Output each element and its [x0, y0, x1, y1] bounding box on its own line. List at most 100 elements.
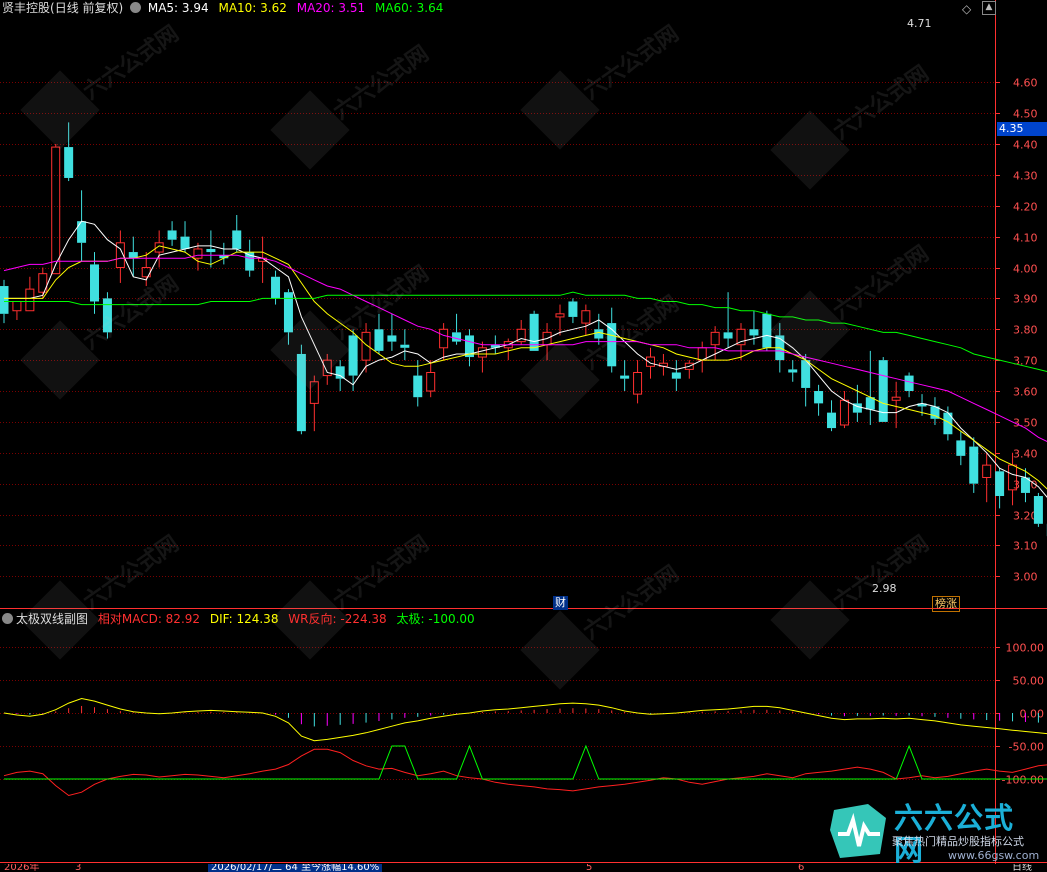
main-tick-label: 3.10: [1013, 540, 1038, 553]
main-tick-label: 4.60: [1013, 77, 1038, 90]
candle-body-up: [12, 300, 22, 312]
candle-body-down: [64, 147, 74, 178]
candle-body-down: [749, 329, 759, 336]
watermark-tile: 六六公式网: [770, 241, 934, 370]
watermark-text: 六六公式网: [829, 241, 933, 325]
candle-body-down: [232, 230, 242, 249]
taiji-label: 太极: -100.00: [396, 612, 475, 626]
main-tick-label: 4.50: [1013, 108, 1038, 121]
taiji-line: [4, 744, 1047, 780]
main-tick-label: 4.10: [1013, 232, 1038, 245]
candle-body-down: [529, 313, 539, 351]
candle-body-down: [788, 369, 798, 373]
watermark-tile: 六六公式网: [770, 61, 934, 190]
watermark-text: 六六公式网: [829, 531, 933, 615]
footer-year: 2026年: [4, 864, 40, 872]
main-tick-label: 3.70: [1013, 355, 1038, 368]
dif-label: DIF: 124.38: [209, 612, 279, 626]
main-tick-label: 4.20: [1013, 201, 1038, 214]
candle-body-up: [439, 328, 449, 349]
sub-header: 太极双线副图 相对MACD: 82.92 DIF: 124.38 WR反向: -…: [2, 611, 475, 627]
low-price-annotation: 2.98: [872, 582, 897, 595]
candle-body-up: [581, 310, 591, 324]
candle-body-down: [335, 366, 345, 379]
candle-body-down: [387, 335, 397, 342]
watermark-text: 六六公式网: [79, 531, 183, 615]
sub-tick-label: -50.00: [1009, 741, 1044, 754]
ma60-label: MA60: 3.64: [374, 1, 444, 15]
candle-body-up: [555, 313, 565, 318]
main-tick-label: 3.90: [1013, 293, 1038, 306]
candle-body-down: [413, 375, 423, 398]
main-tick-label: 3.60: [1013, 386, 1038, 399]
candle-body-down: [568, 301, 578, 317]
finance-marker[interactable]: 财: [553, 596, 568, 610]
site-logo: 六六公式网 聚焦热门精品炒股指标公式 www.66gsw.com: [828, 800, 1042, 866]
candle-body-down: [956, 440, 966, 456]
candle-body-down: [400, 344, 410, 348]
ma20-label: MA20: 3.51: [296, 1, 366, 15]
watermark-text: 六六公式网: [579, 561, 683, 645]
watermark-tile: 六六公式网: [520, 291, 684, 420]
watermark-tile: 六六公式网: [520, 21, 684, 150]
candle-body-up: [982, 464, 992, 478]
sub-tick-label: -100.00: [1002, 774, 1044, 787]
footer-bar: 2026年 3 2026/02/17/二 64 至今涨幅14.60% 5 6 日…: [0, 864, 1047, 872]
stock-name: 贤丰控股: [2, 1, 51, 15]
footer-tick-b: 5: [586, 864, 593, 872]
main-tick-label: 3.00: [1013, 571, 1038, 584]
main-header: 贤丰控股(日线 前复权) MA5: 3.94 MA10: 3.62 MA20: …: [2, 0, 443, 16]
candle-body-up: [710, 331, 720, 346]
main-tick-label: 4.30: [1013, 170, 1038, 183]
candle-body-up: [891, 396, 901, 401]
logo-url: www.66gsw.com: [948, 849, 1040, 862]
candle-body-down: [452, 332, 462, 342]
watermark-tile: 六六公式网: [20, 21, 184, 150]
main-tick-label: 3.40: [1013, 448, 1038, 461]
candle-body-down: [827, 412, 837, 429]
candle-body-down: [969, 446, 979, 484]
sub-tick-label: 0.00: [1020, 708, 1045, 721]
expand-button[interactable]: ▲: [982, 1, 996, 15]
sub-tick-label: 100.00: [1006, 642, 1045, 655]
candle-body-up: [51, 146, 61, 275]
watermark-text: 六六公式网: [329, 531, 433, 615]
indicator-toggle-icon[interactable]: [130, 2, 142, 13]
candle-body-up: [839, 399, 849, 426]
logo-slogan: 聚焦热门精品炒股指标公式: [892, 835, 1024, 848]
main-tick-label: 3.80: [1013, 324, 1038, 337]
candle-body-down: [995, 471, 1005, 497]
candle-body-up: [477, 347, 487, 358]
candle-body-down: [762, 313, 772, 348]
watermark-tile: 六六公式网: [270, 531, 434, 660]
watermark-tile: 六六公式网: [20, 531, 184, 660]
main-tick-label: 4.40: [1013, 139, 1038, 152]
watermark-text: 六六公式网: [329, 41, 433, 125]
wr-label: WR反向: -224.38: [288, 612, 387, 626]
candle-body-down: [167, 230, 177, 240]
candle-body-up: [633, 371, 643, 395]
candle-body-down: [374, 329, 384, 351]
ma5-label: MA5: 3.94: [147, 1, 209, 15]
footer-tick-c: 6: [798, 864, 805, 872]
candle-body-up: [193, 248, 203, 259]
sub-tick-label: 50.00: [1013, 675, 1045, 688]
footer-tick-a: 3: [75, 864, 82, 872]
watermark-text: 六六公式网: [829, 61, 933, 145]
candle-body-down: [594, 329, 604, 339]
candle-body-down: [620, 375, 630, 379]
diamond-icon[interactable]: ◇: [962, 2, 971, 16]
kline-chart[interactable]: 4.60 4.50 4.40 4.30 4.20 4.10 4.00 3.90 3.80 3.70…: [0, 0, 1047, 872]
logo-mark-icon: [830, 804, 886, 858]
watermark-tile: 六六公式网: [270, 41, 434, 170]
period-label: (日线 前复权): [50, 1, 124, 15]
limit-up-badge[interactable]: 榜涨: [932, 596, 960, 612]
watermark-tile: 六六公式网: [520, 561, 684, 690]
frame: [1, 1, 1047, 863]
candle-body-down: [1033, 496, 1043, 524]
candle-body-down: [904, 375, 914, 392]
candle-body-down: [271, 276, 281, 299]
main-tick-label: 3.20: [1013, 510, 1038, 523]
sub-toggle-icon[interactable]: [2, 613, 13, 624]
candle-body-down: [90, 264, 100, 302]
